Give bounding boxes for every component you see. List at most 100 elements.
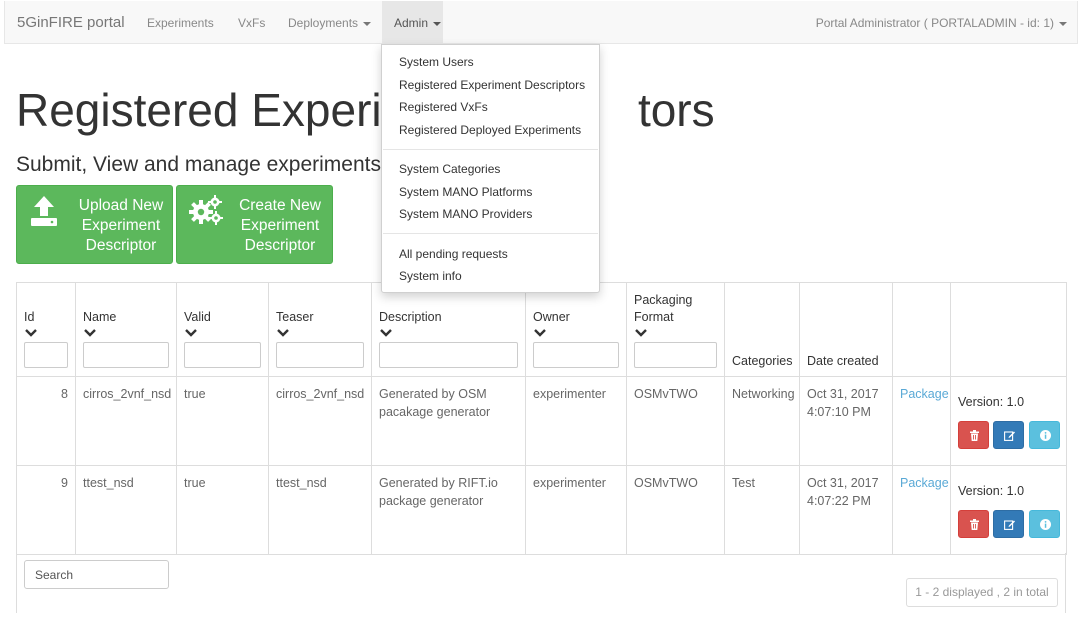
user-menu[interactable]: Portal Administrator ( PORTALADMIN - id:… <box>816 16 1067 30</box>
nav-vxfs[interactable]: VxFs <box>238 16 265 30</box>
nav-deployments[interactable]: Deployments <box>288 16 372 30</box>
edit-button[interactable] <box>993 509 1025 538</box>
version-label: Version: 1.0 <box>958 395 1025 409</box>
cell-date: Oct 31, 2017 4:07:10 PM <box>799 376 893 466</box>
filter-packaging-input[interactable] <box>634 342 717 368</box>
chevron-down-icon[interactable] <box>380 328 392 338</box>
menu-item-system-info[interactable]: System info <box>399 269 462 283</box>
col-date-created: Date created <box>799 282 893 377</box>
top-navbar: 5GinFIRE portal Experiments VxFs Deploym… <box>4 1 1078 44</box>
menu-item-registered-deployed-experiments[interactable]: Registered Deployed Experiments <box>399 123 581 137</box>
menu-item-registered-vxfs[interactable]: Registered VxFs <box>399 100 488 114</box>
cell-package: Package <box>892 465 951 555</box>
menu-item-system-users[interactable]: System Users <box>399 55 474 69</box>
col-description[interactable]: Description <box>371 282 526 377</box>
upload-descriptor-button[interactable]: Upload New Experiment Descriptor <box>16 185 173 264</box>
caret-down-icon <box>433 21 442 26</box>
cell-name: ttest_nsd <box>75 465 177 555</box>
col-actions <box>950 282 1067 377</box>
edit-button[interactable] <box>993 420 1025 449</box>
cell-description: Generated by RIFT.io package generator <box>371 465 526 555</box>
info-icon <box>1039 429 1051 441</box>
cell-actions: Version: 1.0 <box>950 376 1067 466</box>
cell-category: Test <box>724 465 800 555</box>
cell-category: Networking <box>724 376 800 466</box>
nav-experiments[interactable]: Experiments <box>147 16 214 30</box>
nav-admin[interactable]: Admin <box>382 1 443 44</box>
nav-admin-label: Admin <box>394 16 429 30</box>
filter-id-input[interactable] <box>24 342 68 368</box>
delete-button[interactable] <box>958 420 989 449</box>
filter-owner-input[interactable] <box>533 342 619 368</box>
header-row: Id Name Valid Teaser Description Owner P… <box>16 282 1067 377</box>
col-owner[interactable]: Owner <box>525 282 627 377</box>
col-id[interactable]: Id <box>16 282 76 377</box>
menu-divider <box>383 233 598 234</box>
col-valid[interactable]: Valid <box>176 282 269 377</box>
page-title-end: tors <box>637 84 715 136</box>
col-package <box>892 282 951 377</box>
brand-link[interactable]: 5GinFIRE portal <box>17 14 125 31</box>
delete-button[interactable] <box>958 509 989 538</box>
pagination-info: 1 - 2 displayed , 2 in total <box>906 578 1058 607</box>
cell-date: Oct 31, 2017 4:07:22 PM <box>799 465 893 555</box>
menu-item-all-pending-requests[interactable]: All pending requests <box>399 247 508 261</box>
create-descriptor-button[interactable]: Create New Experiment Descriptor <box>176 185 333 264</box>
info-button[interactable] <box>1028 420 1060 449</box>
menu-divider <box>383 149 598 150</box>
cell-id: 9 <box>16 465 76 555</box>
col-teaser[interactable]: Teaser <box>268 282 372 377</box>
page-title-start: Registered Experim <box>16 84 420 136</box>
trash-icon <box>970 429 979 441</box>
table-row: 9 ttest_nsd true ttest_nsd Generated by … <box>16 465 1067 555</box>
filter-description-input[interactable] <box>379 342 518 368</box>
cell-packaging: OSMvTWO <box>626 465 725 555</box>
menu-item-system-mano-providers[interactable]: System MANO Providers <box>399 207 532 221</box>
cell-id: 8 <box>16 376 76 466</box>
chevron-down-icon[interactable] <box>84 328 96 338</box>
version-label: Version: 1.0 <box>958 484 1025 498</box>
menu-item-system-mano-platforms[interactable]: System MANO Platforms <box>399 185 532 199</box>
cell-package: Package <box>892 376 951 466</box>
filter-valid-input[interactable] <box>184 342 261 368</box>
page-subtitle: Submit, View and manage experiments c <box>16 153 398 176</box>
cell-valid: true <box>176 376 269 466</box>
cell-actions: Version: 1.0 <box>950 465 1067 555</box>
filter-teaser-input[interactable] <box>276 342 364 368</box>
cell-name: cirros_2vnf_nsd <box>75 376 177 466</box>
package-link[interactable]: Package <box>900 387 949 401</box>
col-name[interactable]: Name <box>75 282 177 377</box>
action-buttons <box>958 509 1060 538</box>
cell-owner: experimenter <box>525 465 627 555</box>
menu-item-system-categories[interactable]: System Categories <box>399 162 500 176</box>
package-link[interactable]: Package <box>900 476 949 490</box>
cell-packaging: OSMvTWO <box>626 376 725 466</box>
filter-name-input[interactable] <box>83 342 169 368</box>
search-input[interactable] <box>24 560 169 589</box>
cell-description: Generated by OSM pacakage generator <box>371 376 526 466</box>
info-icon <box>1039 518 1051 530</box>
info-button[interactable] <box>1028 509 1060 538</box>
cell-owner: experimenter <box>525 376 627 466</box>
edit-icon <box>1004 430 1016 441</box>
menu-item-registered-experiment-descriptors[interactable]: Registered Experiment Descriptors <box>399 78 585 92</box>
chevron-down-icon[interactable] <box>25 328 37 338</box>
edit-icon <box>1004 519 1016 530</box>
nav-deployments-label: Deployments <box>288 16 359 30</box>
chevron-down-icon[interactable] <box>635 328 647 338</box>
page-title: Registered Experim tors <box>16 83 715 137</box>
chevron-down-icon[interactable] <box>277 328 289 338</box>
caret-down-icon <box>1059 21 1067 26</box>
cell-teaser: cirros_2vnf_nsd <box>268 376 372 466</box>
upload-icon <box>29 194 59 233</box>
gears-icon <box>189 194 223 231</box>
action-buttons <box>958 420 1060 449</box>
col-packaging[interactable]: Packaging Format <box>626 282 725 377</box>
user-menu-label: Portal Administrator ( PORTALADMIN - id:… <box>815 16 1054 30</box>
upload-button-label: Upload New Experiment Descriptor <box>78 197 164 254</box>
col-categories: Categories <box>724 282 800 377</box>
chevron-down-icon[interactable] <box>534 328 546 338</box>
chevron-down-icon[interactable] <box>185 328 197 338</box>
table-row: 8 cirros_2vnf_nsd true cirros_2vnf_nsd G… <box>16 376 1067 466</box>
trash-icon <box>970 518 979 530</box>
